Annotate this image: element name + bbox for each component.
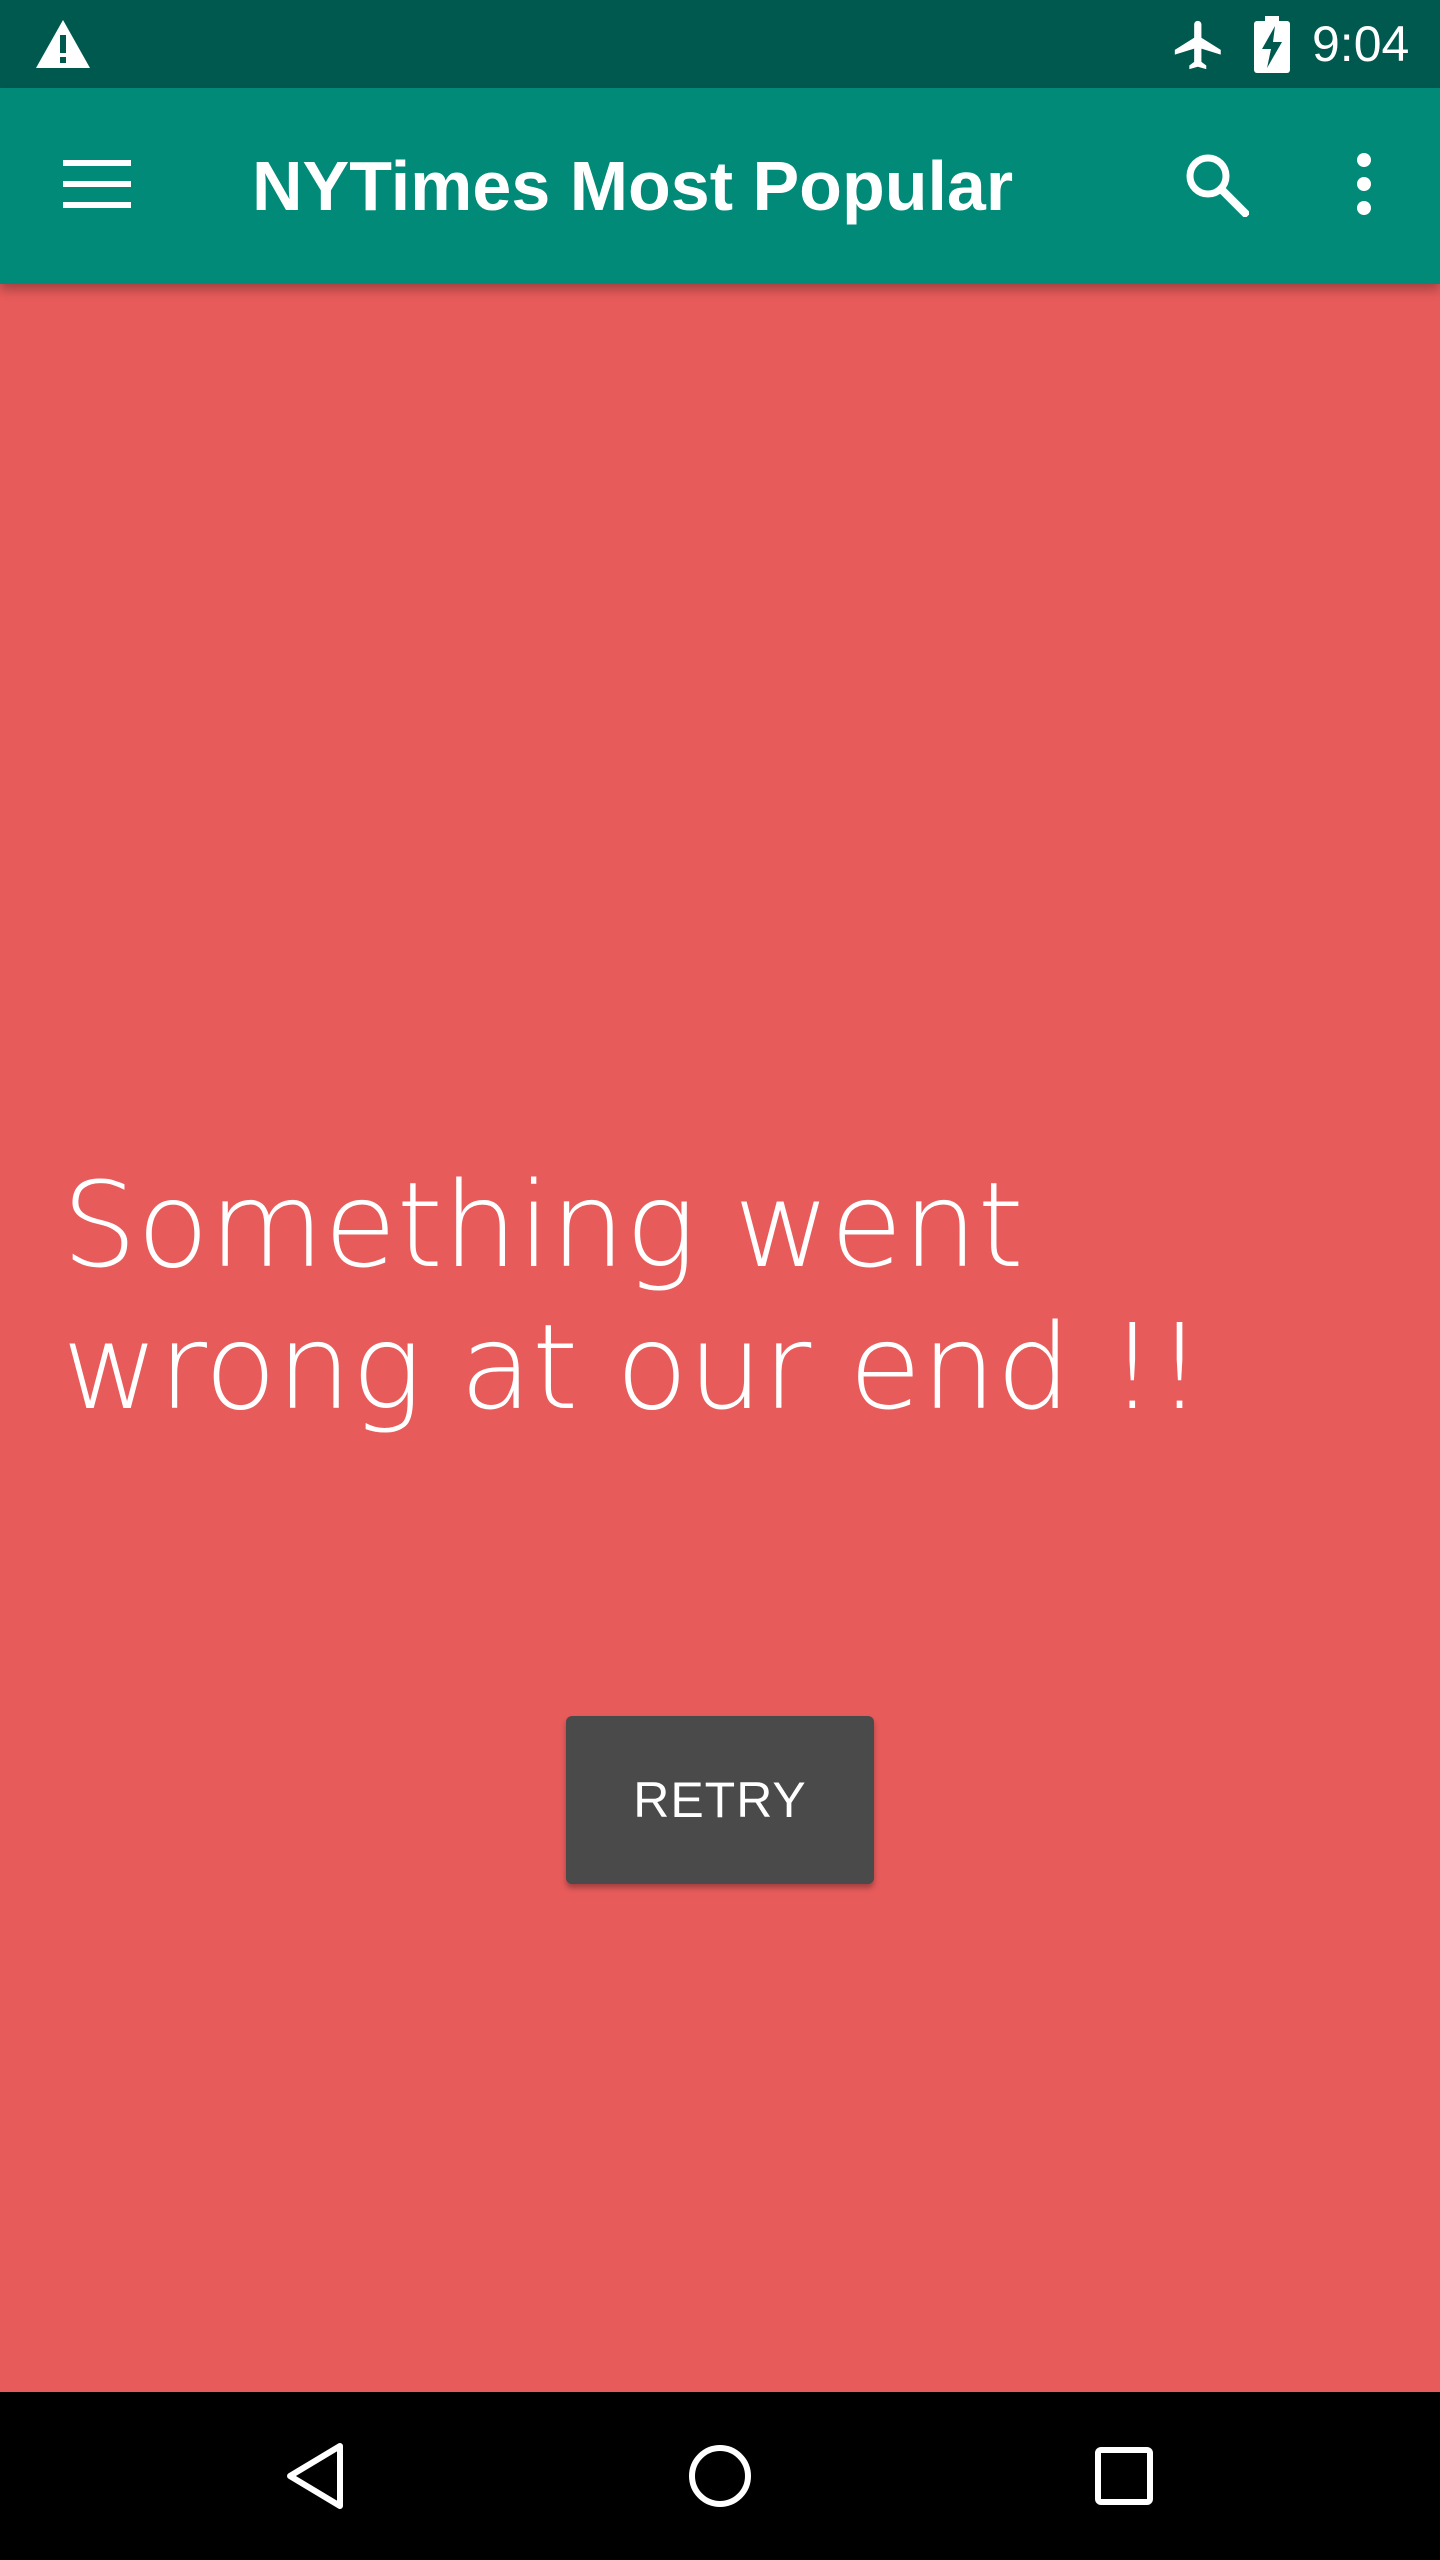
warning-icon	[36, 20, 90, 68]
back-button[interactable]	[256, 2416, 376, 2536]
recents-icon	[1095, 2447, 1153, 2505]
back-icon	[287, 2443, 343, 2509]
status-bar: 9:04	[0, 0, 1440, 88]
navigation-bar	[0, 2392, 1440, 2560]
status-time: 9:04	[1312, 16, 1410, 72]
error-message: Something went wrong at our end !!	[62, 1156, 1204, 1436]
retry-button[interactable]: RETRY	[566, 1716, 874, 1884]
search-button[interactable]	[1168, 136, 1264, 232]
app-screen: 9:04 NYTimes Most Popular Something went…	[0, 0, 1440, 2560]
home-icon	[689, 2445, 751, 2507]
menu-button[interactable]	[50, 136, 146, 232]
recents-button[interactable]	[1064, 2416, 1184, 2536]
error-content: Something went wrong at our end !! RETRY	[0, 284, 1440, 2392]
app-title: NYTimes Most Popular	[252, 147, 1014, 225]
airplane-mode-icon	[1174, 20, 1221, 70]
search-icon	[1186, 154, 1249, 217]
more-options-button[interactable]	[1316, 136, 1412, 232]
menu-icon	[63, 160, 131, 208]
battery-charging-icon	[1254, 16, 1290, 73]
app-bar: NYTimes Most Popular	[0, 88, 1440, 284]
home-button[interactable]	[660, 2416, 780, 2536]
more-vert-icon	[1357, 153, 1371, 215]
